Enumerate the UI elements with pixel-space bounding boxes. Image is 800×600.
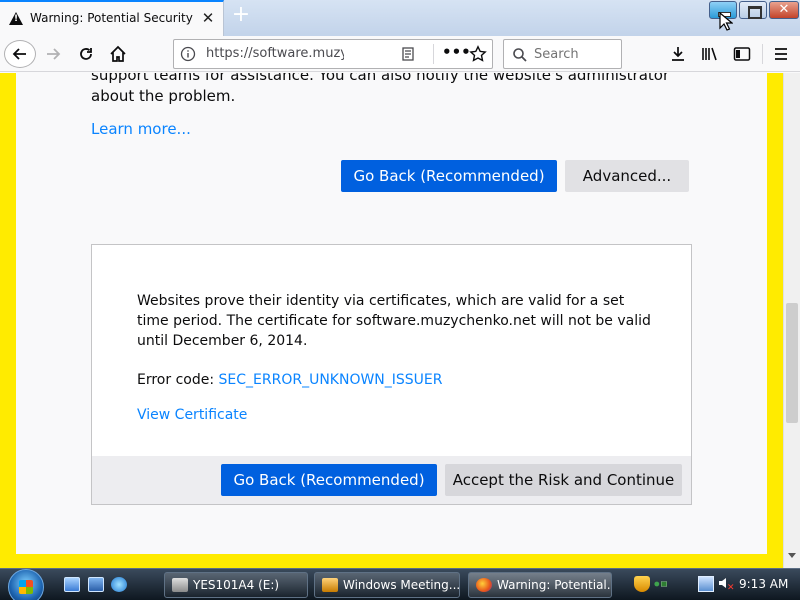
library-icon: [702, 47, 717, 61]
tab-security-warning[interactable]: Warning: Potential Security Risk Ahead ✕: [0, 0, 224, 36]
reader-view-icon[interactable]: [400, 46, 416, 62]
search-input[interactable]: [534, 44, 618, 64]
learn-more-link[interactable]: Learn more...: [91, 120, 191, 138]
reload-button[interactable]: [72, 40, 100, 68]
close-tab-icon[interactable]: ✕: [200, 10, 216, 26]
certificate-explanation-text: Websites prove their identity via certif…: [137, 293, 651, 349]
back-button[interactable]: [4, 40, 36, 68]
taskbar-item-label: Warning: Potential...: [497, 578, 612, 592]
advanced-panel-footer: Go Back (Recommended) Accept the Risk an…: [92, 456, 691, 504]
page-actions-icon[interactable]: •••: [442, 43, 471, 63]
network-icon[interactable]: [698, 576, 714, 592]
home-icon: [110, 45, 126, 62]
navigation-toolbar: https://software.muzychenko.net •••: [0, 36, 800, 72]
reload-icon: [80, 48, 92, 60]
windows-meeting-icon: [322, 578, 338, 592]
hamburger-menu-icon: [775, 48, 787, 60]
volume-muted-icon[interactable]: [718, 576, 735, 596]
arrow-right-icon: [47, 48, 61, 60]
advanced-button[interactable]: Advanced...: [565, 160, 689, 192]
search-icon: [513, 48, 527, 62]
start-button[interactable]: [8, 569, 44, 600]
mouse-cursor-icon: [719, 12, 733, 31]
error-code-label: Error code:: [137, 372, 219, 388]
tray-apps-icon[interactable]: [654, 576, 670, 592]
advanced-panel: Websites prove their identity via certif…: [91, 244, 692, 505]
toolbar-separator: [762, 44, 763, 64]
forward-button[interactable]: [40, 40, 66, 68]
tab-title: Warning: Potential Security Risk Ahead: [30, 11, 196, 25]
window-close-button[interactable]: ✕: [769, 1, 799, 19]
sidebar-button[interactable]: [728, 40, 756, 68]
content-frame: support teams for assistance. You can al…: [0, 73, 783, 568]
internet-explorer-icon[interactable]: [111, 577, 127, 592]
download-icon: [672, 47, 684, 61]
system-clock[interactable]: 9:13 AM: [739, 577, 788, 591]
taskbar-item-label: Windows Meeting...: [343, 578, 460, 592]
go-back-button-secondary[interactable]: Go Back (Recommended): [221, 464, 437, 496]
tab-strip: Warning: Potential Security Risk Ahead ✕…: [0, 0, 800, 36]
error-code-row: Error code: SEC_ERROR_UNKNOWN_ISSUER: [137, 372, 443, 388]
drive-icon: [172, 578, 188, 592]
arrow-left-icon: [12, 48, 26, 60]
home-button[interactable]: [104, 40, 132, 68]
taskbar-item-firefox[interactable]: Warning: Potential...: [468, 572, 612, 598]
taskbar-item-drive[interactable]: YES101A4 (E:): [164, 572, 308, 598]
show-desktop-icon[interactable]: [64, 577, 80, 592]
vertical-scrollbar[interactable]: [783, 73, 800, 568]
error-description-text: support teams for assistance. You can al…: [91, 73, 670, 105]
view-certificate-link[interactable]: View Certificate: [137, 407, 247, 423]
sidebar-icon: [733, 47, 751, 61]
url-bar[interactable]: https://software.muzychenko.net •••: [173, 39, 493, 69]
switch-windows-icon[interactable]: [88, 577, 104, 592]
error-code-link[interactable]: SEC_ERROR_UNKNOWN_ISSUER: [219, 372, 443, 388]
library-button[interactable]: [696, 40, 724, 68]
scrollbar-thumb[interactable]: [786, 303, 798, 423]
firefox-icon: [476, 578, 492, 592]
accept-risk-button[interactable]: Accept the Risk and Continue: [445, 464, 682, 496]
downloads-button[interactable]: [664, 40, 692, 68]
search-bar[interactable]: [503, 39, 622, 69]
url-text[interactable]: https://software.muzychenko.net: [206, 46, 344, 61]
warning-icon: [9, 12, 23, 25]
taskbar-item-windows-meeting[interactable]: Windows Meeting...: [314, 572, 460, 598]
maximize-button[interactable]: [739, 1, 767, 19]
scroll-down-arrow-icon[interactable]: [788, 553, 796, 558]
url-bar-separator: [433, 44, 434, 64]
taskbar: YES101A4 (E:) Windows Meeting... Warning…: [0, 568, 800, 600]
bookmark-star-icon[interactable]: [469, 45, 487, 63]
taskbar-item-label: YES101A4 (E:): [193, 578, 280, 592]
security-shield-icon[interactable]: [634, 576, 650, 592]
system-tray: 9:13 AM: [628, 571, 798, 599]
new-tab-button[interactable]: +: [230, 4, 252, 28]
go-back-button[interactable]: Go Back (Recommended): [341, 160, 557, 192]
error-page: support teams for assistance. You can al…: [16, 73, 767, 554]
menu-button[interactable]: [767, 40, 795, 68]
info-icon[interactable]: [180, 46, 196, 62]
